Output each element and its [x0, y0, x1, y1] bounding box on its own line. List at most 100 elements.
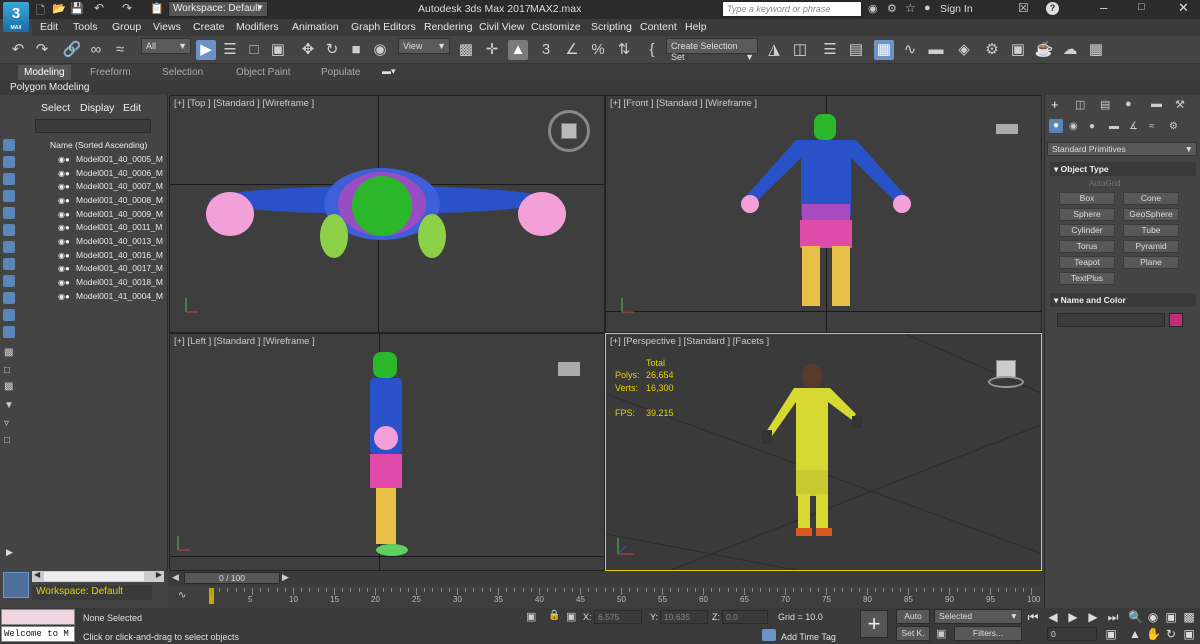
shapes-category-icon[interactable]: ◉	[1069, 121, 1078, 132]
toggle-scene-explorer-icon[interactable]: ☰	[820, 40, 840, 60]
redo-icon[interactable]: ↷	[122, 1, 132, 15]
hierarchy-tab-icon[interactable]: ▤	[1100, 98, 1110, 111]
scene-item[interactable]: ◉● Model001_40_0005_M	[58, 154, 166, 167]
display-none-icon[interactable]: □	[4, 365, 10, 376]
menu-group[interactable]: Group	[112, 21, 141, 33]
percent-snap-icon[interactable]: %	[588, 40, 608, 60]
key-mode-icon[interactable]: ▣	[936, 627, 946, 640]
project-folder-icon[interactable]: 📋	[150, 2, 164, 15]
space-warps-category-icon[interactable]: ≈	[1149, 121, 1155, 132]
render-setup-icon[interactable]: ⚙	[982, 40, 1002, 60]
menu-edit[interactable]: Edit	[40, 21, 58, 33]
open-file-icon[interactable]: 📂	[52, 2, 66, 15]
visibility-eye-icon[interactable]: ◉●	[58, 292, 76, 301]
menu-modifiers[interactable]: Modifiers	[236, 21, 279, 33]
ribbon-tab-object-paint[interactable]: Object Paint	[236, 67, 290, 78]
cylinder-button[interactable]: Cylinder	[1059, 224, 1115, 237]
sign-in-link[interactable]: Sign In	[940, 3, 973, 15]
current-frame-field[interactable]: 0	[1047, 627, 1097, 641]
help-icon[interactable]: ?	[1046, 2, 1059, 15]
auto-key-button[interactable]: Auto	[896, 609, 930, 624]
object-name-input[interactable]	[1057, 313, 1165, 327]
absolute-transform-icon[interactable]: ▣	[566, 610, 576, 623]
previous-frame-icon[interactable]: ◀	[172, 572, 179, 583]
time-tag-icon[interactable]	[762, 629, 776, 641]
dependencies-icon[interactable]: □	[4, 435, 10, 446]
track-bar[interactable]: ∿ 5 10 15 20 25 30 35 40 45 50 55 60 65 70 75 80 85 90 95 1…	[168, 586, 1044, 608]
expand-panel-icon[interactable]: ▶	[6, 547, 13, 558]
visibility-eye-icon[interactable]: ◉●	[58, 182, 76, 191]
redo-icon[interactable]: ↷	[32, 40, 52, 60]
render-production-icon[interactable]: ☕	[1034, 40, 1054, 60]
display-cameras-icon[interactable]	[3, 190, 15, 202]
select-and-scale-icon[interactable]: ■	[346, 40, 366, 60]
coord-z-field[interactable]: 0.0	[722, 610, 768, 624]
display-lights-icon[interactable]	[3, 173, 15, 185]
scene-item[interactable]: ◉● Model001_40_0016_M	[58, 250, 166, 263]
time-slider-thumb[interactable]: 0 / 100	[184, 572, 280, 584]
material-editor-icon[interactable]: ◈	[954, 40, 974, 60]
coord-x-field[interactable]: 6.575	[594, 610, 642, 624]
go-to-end-icon[interactable]: ⏭	[1106, 610, 1120, 624]
torus-button[interactable]: Torus	[1059, 240, 1115, 253]
display-shapes-icon[interactable]	[3, 156, 15, 168]
tube-button[interactable]: Tube	[1123, 224, 1179, 237]
scene-tab-select[interactable]: Select	[41, 102, 70, 114]
display-helpers-icon[interactable]	[3, 207, 15, 219]
systems-category-icon[interactable]: ⚙	[1169, 121, 1178, 132]
angle-snap-icon[interactable]: ∠	[562, 40, 582, 60]
ribbon-tab-modeling[interactable]: Modeling	[18, 65, 71, 80]
visibility-eye-icon[interactable]: ◉●	[58, 264, 76, 273]
teapot-button[interactable]: Teapot	[1059, 256, 1115, 269]
selection-lock-icon[interactable]: 🔒	[548, 610, 560, 621]
filters-button[interactable]: Filters...	[954, 626, 1022, 641]
app-logo[interactable]: 3 MAX	[3, 2, 29, 32]
select-and-rotate-icon[interactable]: ↻	[322, 40, 342, 60]
window-crossing-icon[interactable]: ▣	[268, 40, 288, 60]
workspace-dropdown[interactable]: Workspace: Default ▼	[168, 1, 268, 17]
orbit-icon[interactable]: ↻	[1164, 627, 1178, 641]
menu-create[interactable]: Create	[193, 21, 225, 33]
menu-customize[interactable]: Customize	[531, 21, 581, 33]
cone-button[interactable]: Cone	[1123, 192, 1179, 205]
edit-named-selection-icon[interactable]: {	[642, 40, 662, 60]
field-of-view-icon[interactable]: ▲	[1128, 627, 1142, 641]
rendered-frame-window-icon[interactable]: ▣	[1008, 40, 1028, 60]
named-selection-set-dropdown[interactable]: Create Selection Set ▼	[666, 38, 758, 62]
time-config-icon[interactable]: ▣	[1104, 627, 1118, 641]
display-all-icon[interactable]: ▩	[4, 347, 13, 358]
isolate-selection-icon[interactable]: ▣	[526, 610, 536, 623]
scene-item[interactable]: ◉● Model001_40_0006_M	[58, 168, 166, 181]
viewcube-icon[interactable]	[988, 360, 1024, 390]
pyramid-button[interactable]: Pyramid	[1123, 240, 1179, 253]
next-key-icon[interactable]: ▶	[1086, 610, 1100, 624]
display-hidden-icon[interactable]	[3, 326, 15, 338]
scene-tab-display[interactable]: Display	[80, 102, 114, 114]
scene-item[interactable]: ◉● Model001_40_0007_M	[58, 181, 166, 194]
binoculars-icon[interactable]: ◉	[868, 2, 878, 15]
time-slider[interactable]: ◀ 0 / 100 ▶	[168, 571, 1044, 586]
unlink-icon[interactable]: ∞	[86, 40, 106, 60]
object-color-swatch[interactable]	[1169, 313, 1183, 327]
exchange-apps-icon[interactable]: ☒	[1018, 1, 1029, 15]
favorites-star-icon[interactable]: ☆	[905, 1, 916, 15]
previous-key-icon[interactable]: ◀	[1046, 610, 1060, 624]
render-shortcuts-icon[interactable]: ▦	[1086, 40, 1106, 60]
pan-view-icon[interactable]: ✋	[1146, 627, 1161, 641]
visibility-eye-icon[interactable]: ◉●	[58, 155, 76, 164]
display-tab-icon[interactable]: ▬	[1151, 98, 1162, 110]
helpers-category-icon[interactable]: ∡	[1129, 121, 1138, 132]
maxscript-listener-pink[interactable]	[1, 609, 75, 625]
plane-button[interactable]: Plane	[1123, 256, 1179, 269]
add-time-tag-button[interactable]: Add Time Tag	[781, 632, 836, 642]
save-file-icon[interactable]: 💾	[70, 2, 84, 15]
viewport-perspective[interactable]: [+] [Perspective ] [Standard ] [Facets ]…	[605, 333, 1042, 571]
ribbon-options-icon[interactable]: ▬▾	[382, 66, 396, 77]
communication-center-icon[interactable]: ⚙	[887, 2, 897, 15]
viewport-front[interactable]: [+] [Front ] [Standard ] [Wireframe ]	[605, 95, 1042, 333]
geosphere-button[interactable]: GeoSphere	[1123, 208, 1179, 221]
visibility-eye-icon[interactable]: ◉●	[58, 210, 76, 219]
object-type-rollout[interactable]: ▾ Object Type	[1050, 162, 1196, 176]
display-bones-icon[interactable]	[3, 275, 15, 287]
maximize-icon[interactable]: □	[1138, 1, 1145, 13]
